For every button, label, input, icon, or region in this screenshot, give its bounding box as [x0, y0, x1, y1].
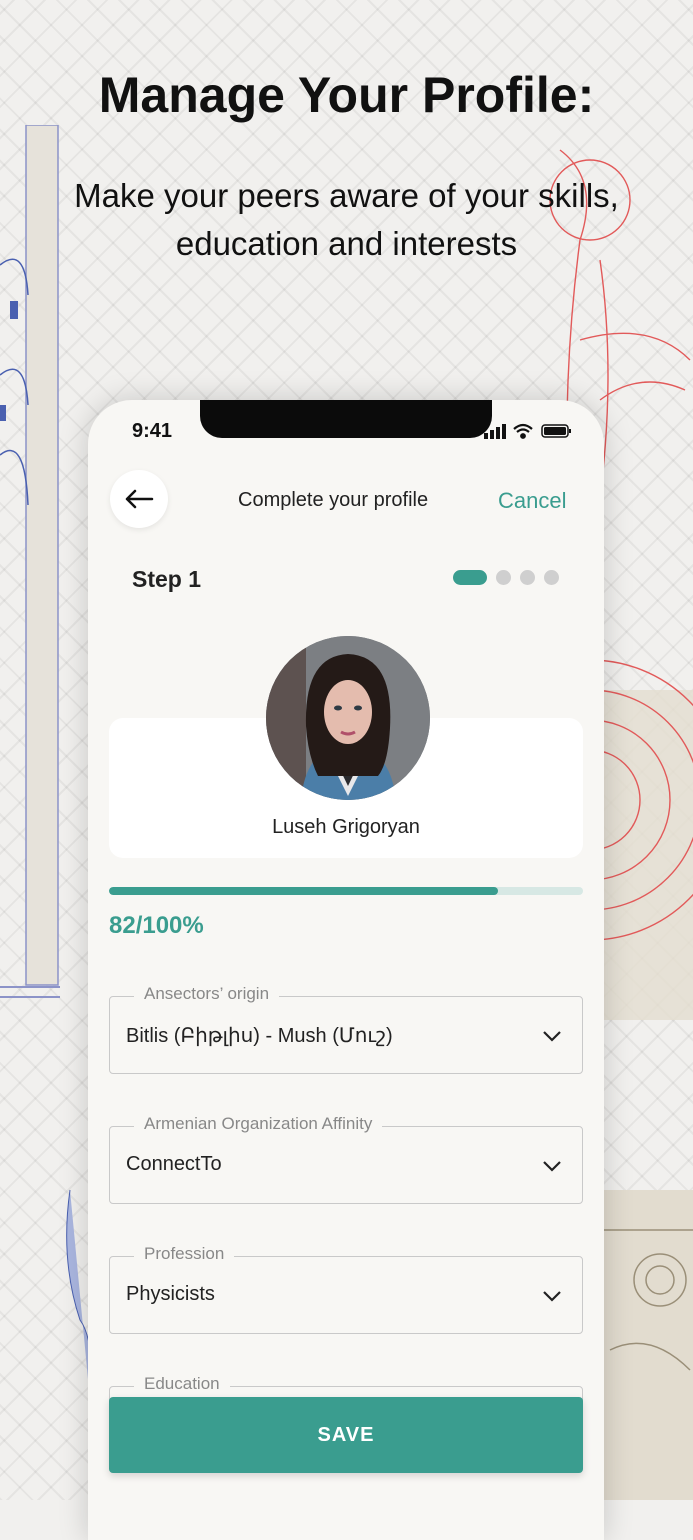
field-label: Profession — [134, 1244, 235, 1264]
promo-subline: Make your peers aware of your skills, ed… — [74, 177, 619, 262]
step-label: Step 1 — [132, 566, 202, 592]
field-label: Education — [134, 1374, 230, 1394]
field-label: Ansectors’ origin — [134, 984, 280, 1004]
step-dot-4 — [544, 570, 559, 585]
field-label: Armenian Organization Affinity — [134, 1114, 383, 1134]
status-icons — [484, 423, 571, 439]
profession-select[interactable]: Profession Physicists — [109, 1244, 583, 1334]
chevron-down-icon — [543, 1291, 561, 1302]
chevron-down-icon — [543, 1161, 561, 1172]
ornament-capital-illustration — [600, 1190, 693, 1500]
avatar-photo — [266, 636, 430, 800]
back-button[interactable] — [110, 470, 168, 528]
chevron-down-icon — [543, 1031, 561, 1042]
step-indicator — [453, 570, 559, 585]
profile-progress-text: 82/100% — [109, 912, 204, 939]
step-dot-1 — [453, 570, 487, 585]
ancestors-origin-select[interactable]: Ansectors’ origin Bitlis (Բիթլիս) - Mush… — [109, 984, 583, 1074]
wifi-icon — [513, 423, 533, 439]
field-value: Bitlis (Բիթլիս) - Mush (Մուշ) — [126, 1025, 393, 1047]
promo-headline: Manage Your Profile: — [98, 67, 595, 123]
cancel-button[interactable]: Cancel — [498, 488, 566, 514]
step-dot-2 — [496, 570, 511, 585]
field-value: Physicists — [126, 1283, 215, 1305]
profile-name: Luseh Grigoryan — [272, 816, 420, 838]
profile-progress-bar — [109, 887, 583, 895]
phone-notch — [200, 400, 492, 438]
capital-illustration — [66, 1189, 92, 1401]
battery-icon — [541, 424, 571, 438]
arrow-left-icon — [125, 489, 154, 509]
signal-icon — [484, 424, 506, 439]
page-title: Complete your profile — [238, 489, 429, 511]
profile-progress-fill — [109, 887, 498, 895]
status-time: 9:41 — [132, 420, 173, 442]
step-dot-3 — [520, 570, 535, 585]
save-button[interactable]: SAVE — [109, 1397, 583, 1473]
phone-mockup: 9:41 Complete your profile Cancel Step 1 — [88, 400, 604, 1540]
field-value: ConnectTo — [126, 1153, 222, 1175]
avatar[interactable] — [266, 636, 430, 800]
organization-affinity-select[interactable]: Armenian Organization Affinity ConnectTo — [109, 1114, 583, 1204]
